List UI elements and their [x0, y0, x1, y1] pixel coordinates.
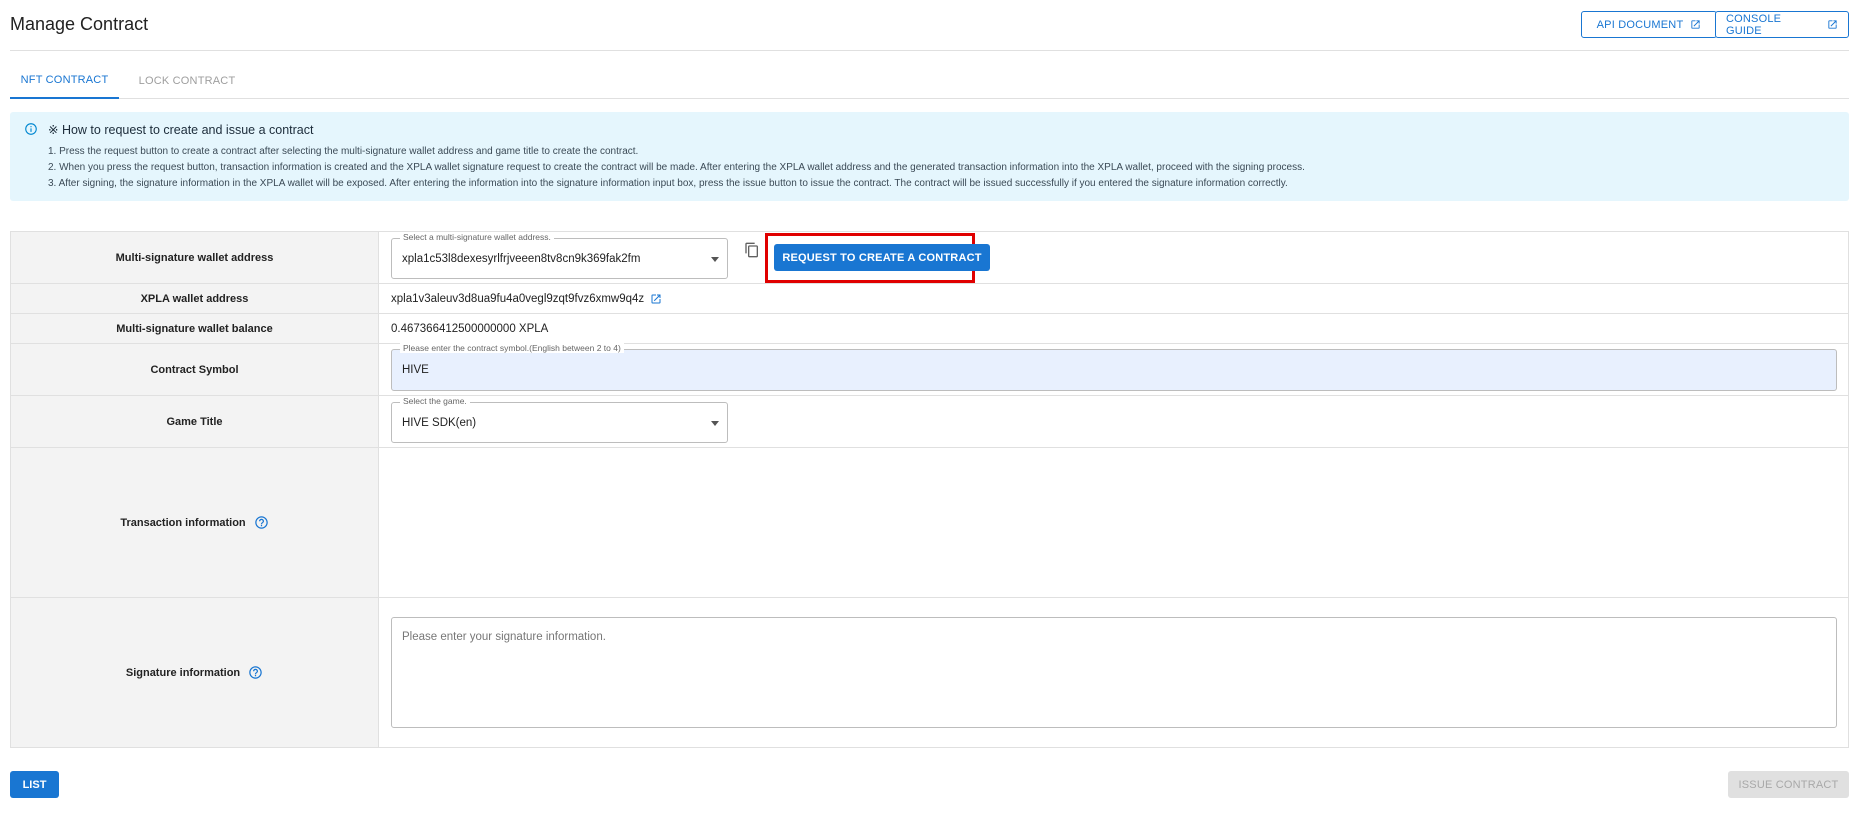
tab-lock-contract[interactable]: LOCK CONTRACT: [125, 62, 249, 99]
contract-form: Multi-signature wallet address Select a …: [10, 231, 1849, 748]
contract-symbol-label: Contract Symbol: [11, 344, 379, 395]
api-document-button[interactable]: API DOCUMENT: [1581, 11, 1717, 38]
multisig-label: Multi-signature wallet address: [11, 232, 379, 283]
info-alert: ※ How to request to create and issue a c…: [10, 112, 1849, 201]
form-row-multisig: Multi-signature wallet address Select a …: [11, 232, 1848, 284]
info-step-3: 3. After signing, the signature informat…: [48, 178, 1288, 189]
external-link-icon[interactable]: [650, 293, 662, 305]
xpla-wallet-label: XPLA wallet address: [11, 284, 379, 313]
multisig-wallet-value: xpla1c53l8dexesyrlfrjveeen8tv8cn9k369fak…: [402, 252, 641, 265]
game-title-label: Game Title: [11, 396, 379, 447]
signature-info-label: Signature information: [125, 666, 241, 679]
list-button[interactable]: LIST: [10, 771, 59, 798]
xpla-wallet-address: xpla1v3aleuv3d8ua9fu4a0vegl9zqt9fvz6xmw9…: [391, 292, 645, 305]
manage-contract-page: Manage Contract API DOCUMENT CONSOLE GUI…: [0, 0, 1859, 813]
external-link-icon: [1690, 19, 1701, 30]
form-row-symbol: Contract Symbol Please enter the contrac…: [11, 343, 1848, 396]
multisig-wallet-select[interactable]: Select a multi-signature wallet address.…: [391, 232, 728, 279]
signature-info-label-cell: Signature information: [11, 598, 379, 747]
balance-label: Multi-signature wallet balance: [11, 314, 379, 343]
contract-tabs: NFT CONTRACT LOCK CONTRACT: [10, 62, 1849, 99]
help-icon[interactable]: [248, 665, 263, 680]
api-document-label: API DOCUMENT: [1596, 18, 1684, 31]
info-step-2: 2. When you press the request button, tr…: [48, 162, 1305, 173]
copy-icon[interactable]: [744, 242, 760, 263]
form-row-signature: Signature information Please enter your …: [11, 598, 1848, 747]
chevron-down-icon: [711, 420, 719, 426]
help-icon[interactable]: [254, 515, 269, 530]
wallet-balance-value: 0.467366412500000000 XPLA: [391, 322, 549, 335]
form-row-game: Game Title Select the game. HIVE SDK(en): [11, 396, 1848, 448]
info-title: ※ How to request to create and issue a c…: [48, 123, 314, 137]
page-title: Manage Contract: [10, 14, 149, 34]
page-header: Manage Contract API DOCUMENT CONSOLE GUI…: [10, 0, 1849, 51]
console-guide-label: CONSOLE GUIDE: [1726, 12, 1782, 37]
game-title-select[interactable]: Select the game. HIVE SDK(en): [391, 396, 728, 443]
info-step-1: 1. Press the request button to create a …: [48, 146, 639, 157]
transaction-info-area: [380, 448, 1848, 597]
console-guide-button[interactable]: CONSOLE GUIDE: [1715, 11, 1849, 38]
tab-nft-contract[interactable]: NFT CONTRACT: [10, 62, 119, 99]
contract-symbol-input[interactable]: Please enter the contract symbol.(Englis…: [391, 343, 1837, 391]
multisig-legend: Select a multi-signature wallet address.: [400, 232, 554, 242]
form-row-xpla-wallet: XPLA wallet address xpla1v3aleuv3d8ua9fu…: [11, 284, 1848, 314]
contract-symbol-value: HIVE: [402, 364, 429, 376]
transaction-info-label-cell: Transaction information: [11, 448, 379, 597]
form-row-balance: Multi-signature wallet balance 0.4673664…: [11, 314, 1848, 344]
signature-info-textarea[interactable]: Please enter your signature information.: [391, 617, 1837, 728]
transaction-info-label: Transaction information: [120, 516, 246, 529]
signature-info-placeholder: Please enter your signature information.: [402, 631, 606, 643]
game-title-value: HIVE SDK(en): [402, 416, 477, 429]
request-create-contract-button[interactable]: REQUEST TO CREATE A CONTRACT: [774, 244, 990, 271]
issue-contract-button[interactable]: ISSUE CONTRACT: [1728, 771, 1849, 798]
contract-symbol-legend: Please enter the contract symbol.(Englis…: [400, 343, 624, 353]
game-title-legend: Select the game.: [400, 396, 470, 406]
chevron-down-icon: [711, 256, 719, 262]
form-row-transaction: Transaction information: [11, 448, 1848, 598]
external-link-icon: [1827, 19, 1838, 30]
info-icon: [24, 122, 38, 141]
